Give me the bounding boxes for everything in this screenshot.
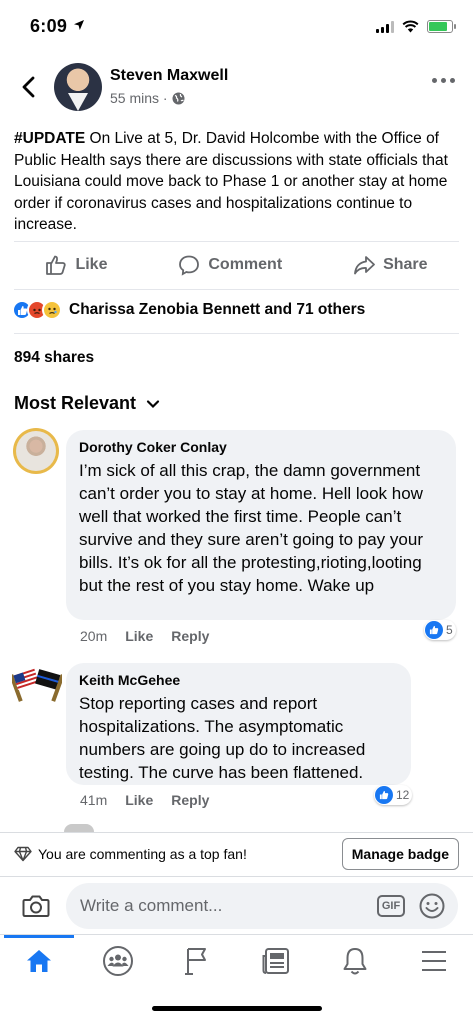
- tab-home[interactable]: [4, 934, 75, 986]
- pages-flag-icon: [185, 947, 207, 975]
- gif-button[interactable]: GIF: [377, 895, 405, 917]
- sad-reaction-icon: [42, 300, 62, 320]
- menu-icon: [421, 950, 446, 971]
- comment-time: 41m: [80, 792, 108, 808]
- commenter-avatar[interactable]: [13, 428, 59, 474]
- home-indicator: [152, 1006, 322, 1011]
- comment-reaction-count[interactable]: 5: [424, 620, 456, 640]
- tab-news[interactable]: [246, 936, 306, 986]
- author-avatar[interactable]: [54, 63, 102, 111]
- share-button[interactable]: Share: [353, 254, 428, 276]
- cellular-signal-icon: [376, 20, 394, 33]
- thumbs-up-icon: [46, 255, 67, 275]
- globe-icon: [172, 92, 185, 104]
- reactions-summary[interactable]: Charissa Zenobia Bennett and 71 others: [12, 300, 365, 320]
- commenter-avatar-partial: [64, 824, 94, 832]
- post-actions: Like Comment Share: [0, 245, 473, 285]
- comment-bubble[interactable]: Keith McGehee Stop reporting cases and r…: [66, 663, 411, 785]
- home-icon: [27, 949, 52, 972]
- like-label: Like: [75, 256, 108, 273]
- emoji-icon[interactable]: [419, 893, 445, 919]
- battery-icon: [427, 20, 456, 33]
- post-meta: 55 mins ·: [110, 90, 185, 106]
- commenter-name[interactable]: Dorothy Coker Conlay: [79, 439, 442, 455]
- divider: [14, 289, 459, 290]
- tab-groups[interactable]: [88, 936, 148, 986]
- post-text: #UPDATE On Live at 5, Dr. David Holcombe…: [14, 128, 459, 236]
- divider: [14, 333, 459, 334]
- comment-like-button[interactable]: Like: [125, 792, 153, 808]
- comment-button[interactable]: Comment: [178, 254, 282, 276]
- comment-meta: 41m Like Reply: [80, 792, 209, 808]
- more-options-button[interactable]: [432, 78, 455, 83]
- back-button[interactable]: [18, 75, 40, 99]
- camera-icon[interactable]: [22, 894, 50, 918]
- sort-dropdown[interactable]: Most Relevant: [14, 393, 160, 414]
- location-arrow-icon: [73, 20, 84, 30]
- comment-composer: Write a comment... GIF: [0, 876, 473, 934]
- like-reaction-icon: [375, 786, 393, 804]
- sort-label: Most Relevant: [14, 393, 137, 413]
- bell-icon: [343, 947, 367, 974]
- tab-pages[interactable]: [167, 936, 227, 986]
- comment-bubble[interactable]: Dorothy Coker Conlay I’m sick of all thi…: [66, 430, 456, 620]
- top-fan-text: You are commenting as a top fan!: [38, 845, 247, 862]
- bottom-tab-bar: [0, 934, 473, 986]
- comment-label: Comment: [208, 256, 283, 273]
- comment-like-button[interactable]: Like: [125, 628, 153, 644]
- like-button[interactable]: Like: [45, 254, 107, 276]
- tab-menu[interactable]: [404, 936, 464, 986]
- divider: [14, 241, 459, 242]
- reaction-count: 5: [446, 623, 453, 637]
- comment-bubble-icon: [179, 255, 200, 276]
- status-indicators: [376, 20, 456, 33]
- post-hashtag[interactable]: #UPDATE: [14, 130, 85, 147]
- reaction-count: 12: [396, 788, 410, 802]
- wifi-icon: [402, 20, 419, 33]
- comment-reply-button[interactable]: Reply: [171, 628, 209, 644]
- manage-badge-button[interactable]: Manage badge: [341, 838, 459, 870]
- diamond-icon: [14, 846, 32, 861]
- tab-notifications[interactable]: [325, 936, 385, 986]
- share-arrow-icon: [354, 256, 375, 275]
- groups-icon: [103, 945, 134, 976]
- commenter-name[interactable]: Keith McGehee: [79, 672, 397, 688]
- commenter-avatar[interactable]: [12, 668, 62, 702]
- shares-count[interactable]: 894 shares: [14, 349, 94, 367]
- comment-text: Stop reporting cases and report hospital…: [79, 694, 366, 782]
- post-timestamp: 55 mins ·: [110, 90, 168, 106]
- comment-time: 20m: [80, 628, 108, 644]
- status-time: 6:09: [30, 16, 85, 37]
- top-fan-bar: You are commenting as a top fan! Manage …: [0, 832, 473, 874]
- comment-text: I’m sick of all this crap, the damn gove…: [79, 461, 423, 595]
- author-name[interactable]: Steven Maxwell: [110, 67, 228, 85]
- share-label: Share: [383, 256, 428, 273]
- comment-reaction-count[interactable]: 12: [374, 785, 413, 805]
- like-reaction-icon: [425, 621, 443, 639]
- reactors-text: Charissa Zenobia Bennett and 71 others: [69, 301, 366, 318]
- chevron-down-icon: [146, 399, 160, 408]
- news-icon: [262, 947, 289, 974]
- comment-reply-button[interactable]: Reply: [171, 792, 209, 808]
- comment-meta: 20m Like Reply: [80, 628, 209, 644]
